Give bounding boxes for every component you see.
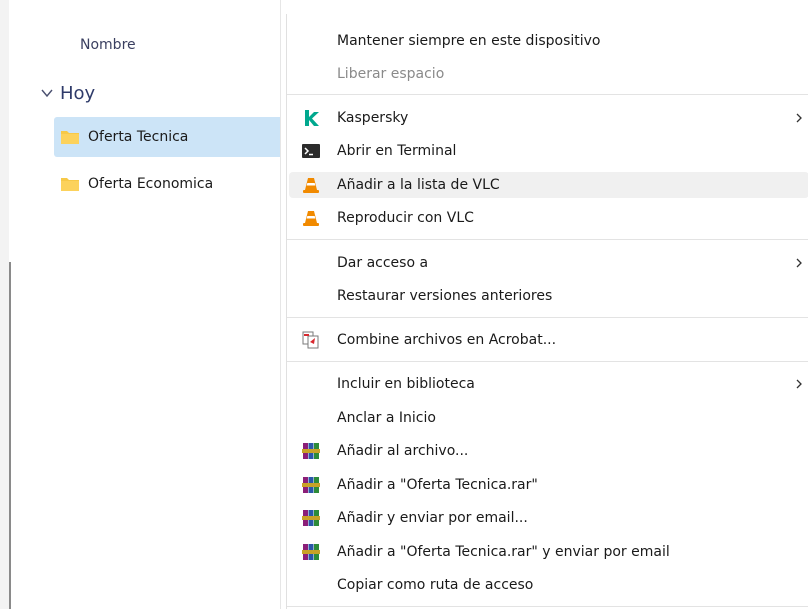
menu-separator [287, 317, 808, 318]
terminal-icon [302, 144, 320, 158]
pane-divider [280, 0, 281, 609]
chevron-right-icon [796, 113, 802, 123]
folder-icon [61, 131, 79, 144]
menu-item-label: Copiar como ruta de acceso [337, 577, 534, 593]
menu-item-label: Mantener siempre en este dispositivo [337, 33, 601, 49]
winrar-icon [302, 510, 320, 526]
menu-separator [287, 94, 808, 95]
menu-item-label: Añadir a "Oferta Tecnica.rar" y enviar p… [337, 544, 670, 560]
context-menu: Mantener siempre en este dispositivo Lib… [286, 14, 808, 609]
menu-item-play-vlc[interactable]: Reproducir con VLC [287, 205, 808, 231]
menu-item-label: Kaspersky [337, 110, 409, 126]
menu-item-add-and-email[interactable]: Añadir y enviar por email... [287, 505, 808, 531]
menu-item-label: Dar acceso a [337, 255, 429, 271]
acrobat-combine-icon [302, 331, 319, 349]
menu-item-keep-on-device[interactable]: Mantener siempre en este dispositivo [287, 28, 808, 54]
menu-item-label: Añadir a "Oferta Tecnica.rar" [337, 477, 538, 493]
winrar-icon [302, 477, 320, 493]
menu-item-label: Añadir al archivo... [337, 443, 469, 459]
group-header-today[interactable]: Hoy [40, 82, 95, 104]
menu-item-combine-acrobat[interactable]: Combine archivos en Acrobat... [287, 327, 808, 353]
menu-item-label: Incluir en biblioteca [337, 376, 475, 392]
file-row[interactable]: Oferta Economica [54, 164, 280, 204]
chevron-right-icon [796, 379, 802, 389]
menu-item-label: Liberar espacio [337, 66, 445, 82]
menu-item-label: Añadir y enviar por email... [337, 510, 528, 526]
vlc-icon [303, 178, 319, 193]
file-row[interactable]: Oferta Tecnica [54, 117, 280, 157]
file-name: Oferta Economica [88, 176, 214, 192]
menu-item-label: Añadir a la lista de VLC [337, 177, 500, 193]
vlc-icon [303, 211, 319, 226]
menu-item-free-space: Liberar espacio [287, 61, 808, 87]
winrar-icon [302, 544, 320, 560]
file-name: Oferta Tecnica [88, 129, 189, 145]
winrar-icon [302, 443, 320, 459]
menu-item-add-to-archive[interactable]: Añadir al archivo... [287, 438, 808, 464]
menu-item-open-terminal[interactable]: Abrir en Terminal [287, 138, 808, 164]
menu-item-label: Reproducir con VLC [337, 210, 474, 226]
column-header-name[interactable]: Nombre [80, 37, 136, 53]
menu-item-label: Abrir en Terminal [337, 143, 457, 159]
menu-item-add-to-rar[interactable]: Añadir a "Oferta Tecnica.rar" [287, 472, 808, 498]
menu-item-restore-versions[interactable]: Restaurar versiones anteriores [287, 283, 808, 309]
menu-item-kaspersky[interactable]: Kaspersky [287, 105, 808, 131]
folder-icon [61, 178, 79, 191]
kaspersky-icon [305, 110, 319, 126]
menu-item-label: Restaurar versiones anteriores [337, 288, 553, 304]
menu-separator [287, 361, 808, 362]
menu-item-pin-start[interactable]: Anclar a Inicio [287, 405, 808, 431]
menu-item-give-access[interactable]: Dar acceso a [287, 250, 808, 276]
chevron-down-icon [41, 89, 53, 98]
window-left-edge [0, 0, 9, 609]
menu-separator [287, 239, 808, 240]
group-label: Hoy [60, 82, 96, 104]
chevron-right-icon [796, 258, 802, 268]
menu-item-label: Anclar a Inicio [337, 410, 436, 426]
menu-item-add-vlc-playlist[interactable]: Añadir a la lista de VLC [289, 172, 808, 198]
menu-item-include-library[interactable]: Incluir en biblioteca [287, 371, 808, 397]
menu-item-add-rar-and-email[interactable]: Añadir a "Oferta Tecnica.rar" y enviar p… [287, 539, 808, 565]
menu-separator [287, 606, 808, 607]
menu-item-copy-path[interactable]: Copiar como ruta de acceso [287, 572, 808, 598]
menu-item-label: Combine archivos en Acrobat... [337, 332, 557, 348]
